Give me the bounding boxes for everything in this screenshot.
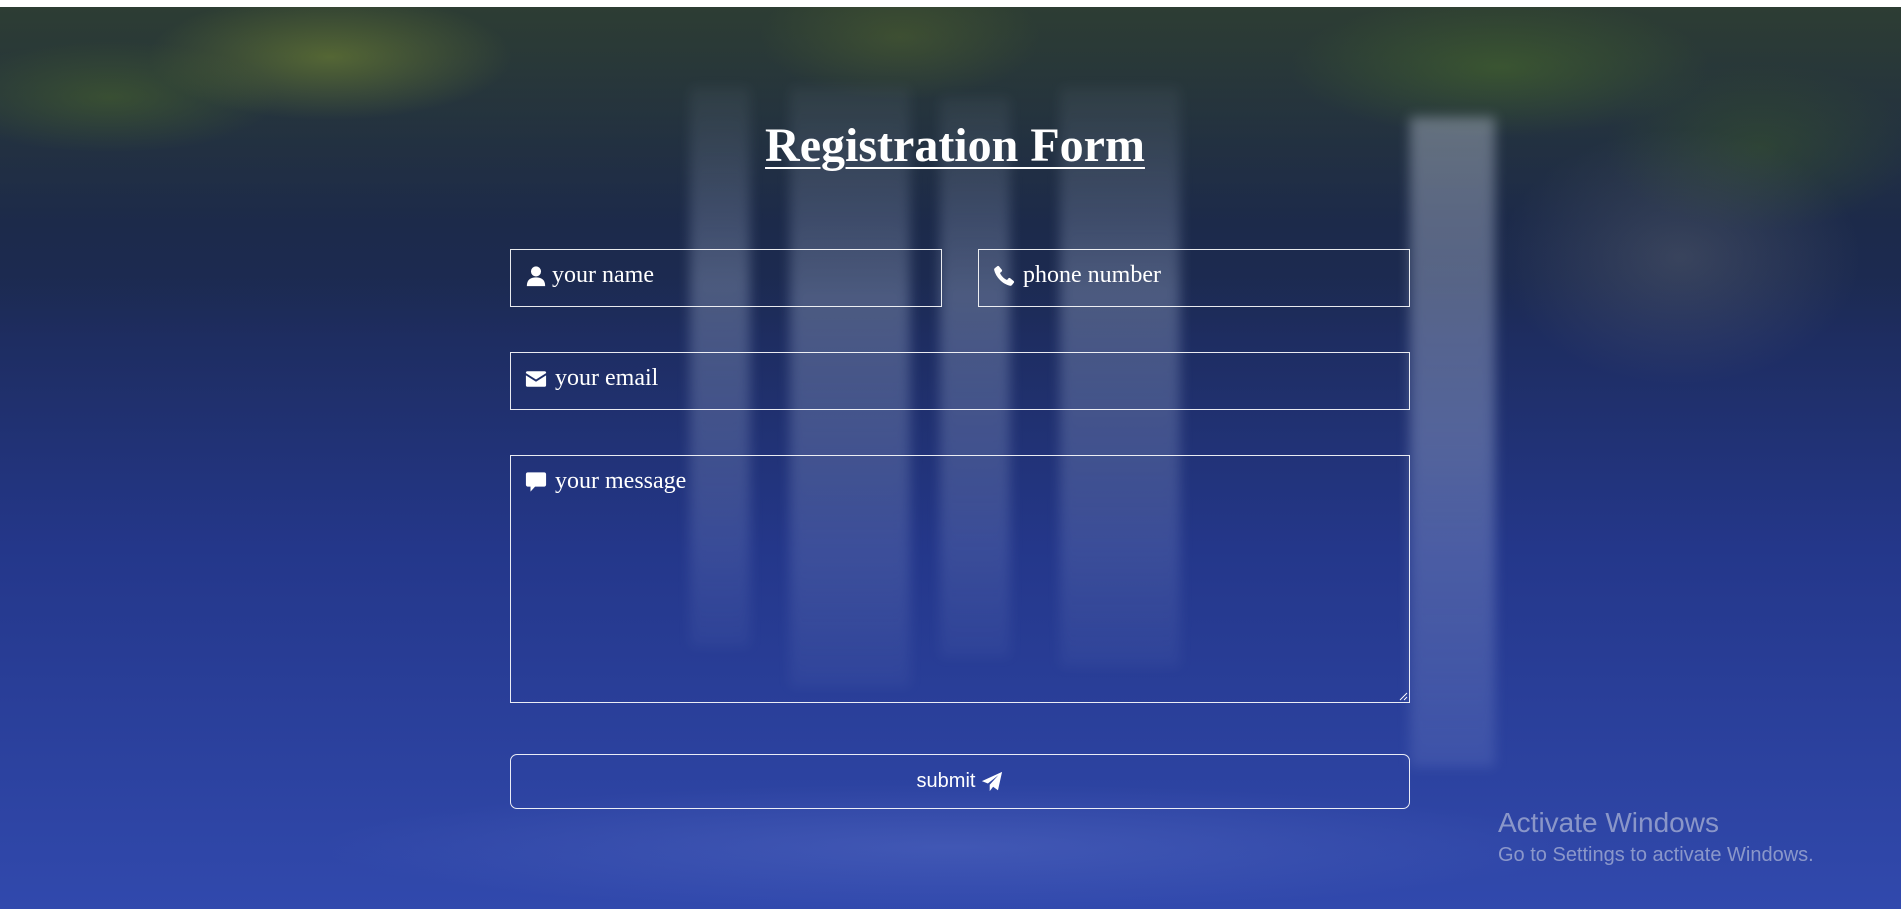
email-input[interactable]: your email [510, 352, 1410, 410]
name-input[interactable]: your name [510, 249, 942, 307]
user-icon [526, 266, 546, 287]
phone-placeholder: phone number [1023, 262, 1161, 288]
message-placeholder: your message [555, 468, 687, 494]
message-textarea[interactable]: your message [510, 455, 1410, 703]
windows-activation-watermark: Activate Windows Go to Settings to activ… [1498, 806, 1814, 870]
watermark-title: Activate Windows [1498, 807, 1719, 838]
phone-input[interactable]: phone number [978, 249, 1410, 307]
waterfall-stream [1410, 117, 1495, 767]
submit-button[interactable]: submit [510, 754, 1410, 809]
top-edge-strip [0, 0, 1901, 7]
resize-handle-icon[interactable] [1398, 691, 1408, 701]
page-title: Registration Form [765, 119, 1145, 172]
paper-plane-icon [982, 771, 1003, 791]
name-placeholder: your name [552, 262, 654, 288]
email-placeholder: your email [555, 365, 659, 391]
watermark-subtitle: Go to Settings to activate Windows. [1498, 844, 1814, 866]
submit-label: submit [916, 770, 976, 792]
phone-icon [994, 265, 1015, 286]
envelope-icon [525, 371, 547, 387]
comment-icon [525, 472, 547, 492]
